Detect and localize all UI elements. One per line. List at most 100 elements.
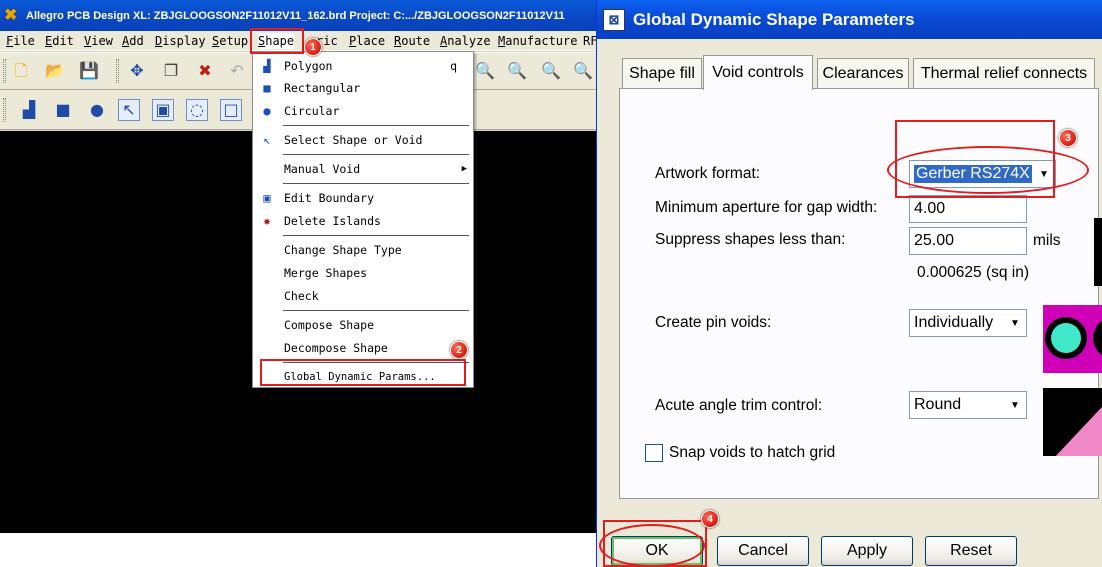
menu-item-select-shape-or-void[interactable]: ↖ Select Shape or Void — [253, 129, 473, 151]
menu-item-decompose-shape[interactable]: Decompose Shape — [253, 337, 473, 359]
menu-item-delete-islands[interactable]: ✸ Delete Islands — [253, 210, 473, 232]
undo-icon[interactable]: ↶ — [226, 60, 248, 82]
acute-angle-select[interactable]: Round ▼ — [909, 391, 1027, 419]
void-circle-icon[interactable]: ◌ — [186, 99, 208, 121]
zoom-in-icon[interactable]: 🔍 — [506, 60, 528, 82]
annotation-box-shape-menu — [250, 28, 304, 54]
menu-add[interactable]: Add — [122, 33, 144, 49]
menu-item-label: Edit Boundary — [284, 191, 375, 205]
suppress-area-readout: 0.000625 (sq in) — [917, 264, 1030, 281]
reset-button[interactable]: Reset — [925, 536, 1017, 566]
rectangle-icon: ■ — [263, 81, 271, 95]
tab-shape-fill[interactable]: Shape fill — [622, 58, 702, 88]
polygon-icon: ▟ — [263, 59, 271, 73]
menu-manufacture[interactable]: Manufacture — [498, 33, 577, 49]
menu-item-label: Manual Void — [284, 162, 361, 176]
pad-void-shape — [1093, 317, 1102, 359]
select-icon: ↖ — [263, 133, 271, 147]
menu-separator — [283, 154, 469, 155]
save-icon[interactable]: 💾 — [78, 60, 100, 82]
shape-polygon-icon[interactable]: ▟ — [18, 99, 40, 121]
menu-setup[interactable]: Setup — [212, 33, 248, 49]
menu-separator — [283, 125, 469, 126]
menu-item-shortcut: q — [450, 59, 457, 73]
annotation-box-global-params — [260, 359, 466, 386]
acute-angle-value: Round — [914, 396, 962, 413]
shape-circle-icon[interactable]: ● — [86, 99, 108, 121]
min-aperture-label: Minimum aperture for gap width: — [655, 199, 878, 216]
menu-place[interactable]: Place — [349, 33, 385, 49]
edit-boundary-icon[interactable]: ▣ — [152, 99, 174, 121]
zoom-previous-icon[interactable]: 🔍 — [572, 60, 594, 82]
pin-voids-label: Create pin voids: — [655, 314, 772, 331]
menu-item-merge-shapes[interactable]: Merge Shapes — [253, 262, 473, 284]
toolbar-grip — [3, 59, 6, 83]
menu-item-manual-void[interactable]: Manual Void ▶ — [253, 158, 473, 180]
circle-icon: ● — [263, 104, 271, 118]
menu-item-polygon[interactable]: ▟ Polygon q — [253, 55, 473, 77]
menu-item-label: Change Shape Type — [284, 243, 402, 257]
menu-separator — [283, 310, 469, 311]
menu-separator — [283, 235, 469, 236]
suppress-shapes-input[interactable]: 25.00 — [909, 227, 1027, 255]
min-aperture-input[interactable]: 4.00 — [909, 195, 1027, 223]
boundary-icon: ▣ — [263, 191, 271, 205]
menu-item-label: Check — [284, 289, 319, 303]
tab-void-controls[interactable]: Void controls — [703, 55, 813, 90]
pin-voids-select[interactable]: Individually ▼ — [909, 309, 1027, 337]
snap-voids-checkbox[interactable] — [645, 444, 663, 462]
annotation-ellipse-ok — [599, 524, 705, 567]
menu-item-label: Decompose Shape — [284, 341, 388, 355]
menu-analyze[interactable]: Analyze — [440, 33, 491, 49]
annotation-badge-3: 3 — [1059, 129, 1077, 147]
delete-icon[interactable]: ✖ — [194, 60, 216, 82]
menu-edit[interactable]: Edit — [45, 33, 74, 49]
tab-clearances[interactable]: Clearances — [817, 58, 909, 88]
menu-separator — [283, 183, 469, 184]
cancel-button[interactable]: Cancel — [717, 536, 809, 566]
dialog-title-bar: ⊠ Global Dynamic Shape Parameters — [597, 0, 1102, 39]
global-dynamic-shape-dialog: ⊠ Global Dynamic Shape Parameters Shape … — [596, 0, 1102, 567]
menu-item-label: Delete Islands — [284, 214, 381, 228]
menu-item-label: Circular — [284, 104, 340, 118]
menu-item-check[interactable]: Check — [253, 285, 473, 307]
menu-file[interactable]: File — [6, 33, 35, 49]
menu-item-label: Select Shape or Void — [284, 133, 423, 147]
shape-dropdown-menu: ▟ Polygon q ■ Rectangular ● Circular ↖ S… — [252, 51, 474, 388]
suppress-shapes-label: Suppress shapes less than: — [655, 231, 846, 248]
tab-thermal-relief-connects[interactable]: Thermal relief connects — [913, 58, 1095, 88]
open-folder-icon[interactable]: 📂 — [44, 60, 66, 82]
new-file-icon[interactable]: 🗋 — [10, 60, 32, 82]
preview-acute-angle — [1043, 388, 1102, 456]
screenshot-stage: ✖ Allegro PCB Design XL: ZBJGLOOGSON2F11… — [0, 0, 1102, 567]
annotation-badge-1: 1 — [304, 38, 322, 56]
menu-item-compose-shape[interactable]: Compose Shape — [253, 314, 473, 336]
menu-view[interactable]: View — [84, 33, 113, 49]
menu-route[interactable]: Route — [394, 33, 430, 49]
dialog-title: Global Dynamic Shape Parameters — [633, 9, 915, 29]
acute-angle-label: Acute angle trim control: — [655, 397, 823, 414]
shape-rectangle-icon[interactable]: ■ — [52, 99, 74, 121]
copy-icon[interactable]: ❐ — [160, 60, 182, 82]
menu-item-circular[interactable]: ● Circular — [253, 100, 473, 122]
move-icon[interactable]: ✥ — [126, 60, 148, 82]
annotation-badge-4: 4 — [701, 510, 719, 528]
menu-item-label: Rectangular — [284, 81, 361, 95]
zoom-fit-icon[interactable]: 🔍 — [474, 60, 496, 82]
allegro-title-bar: ✖ Allegro PCB Design XL: ZBJGLOOGSON2F11… — [0, 0, 596, 31]
void-rectangle-icon[interactable]: □ — [220, 99, 242, 121]
artwork-format-label: Artwork format: — [655, 165, 761, 182]
annotation-badge-2: 2 — [450, 341, 468, 359]
allegro-window: ✖ Allegro PCB Design XL: ZBJGLOOGSON2F11… — [0, 0, 596, 533]
chevron-down-icon: ▼ — [1010, 399, 1020, 411]
menu-display[interactable]: Display — [155, 33, 206, 49]
menu-item-rectangular[interactable]: ■ Rectangular — [253, 77, 473, 99]
menu-rf[interactable]: RF — [583, 33, 596, 49]
menu-item-change-shape-type[interactable]: Change Shape Type — [253, 239, 473, 261]
zoom-out-icon[interactable]: 🔍 — [540, 60, 562, 82]
apply-button[interactable]: Apply — [821, 536, 913, 566]
trimmed-shape — [1055, 401, 1102, 456]
select-shape-icon[interactable]: ↖ — [118, 99, 140, 121]
menu-item-edit-boundary[interactable]: ▣ Edit Boundary — [253, 187, 473, 209]
pad-shape — [1051, 323, 1081, 353]
